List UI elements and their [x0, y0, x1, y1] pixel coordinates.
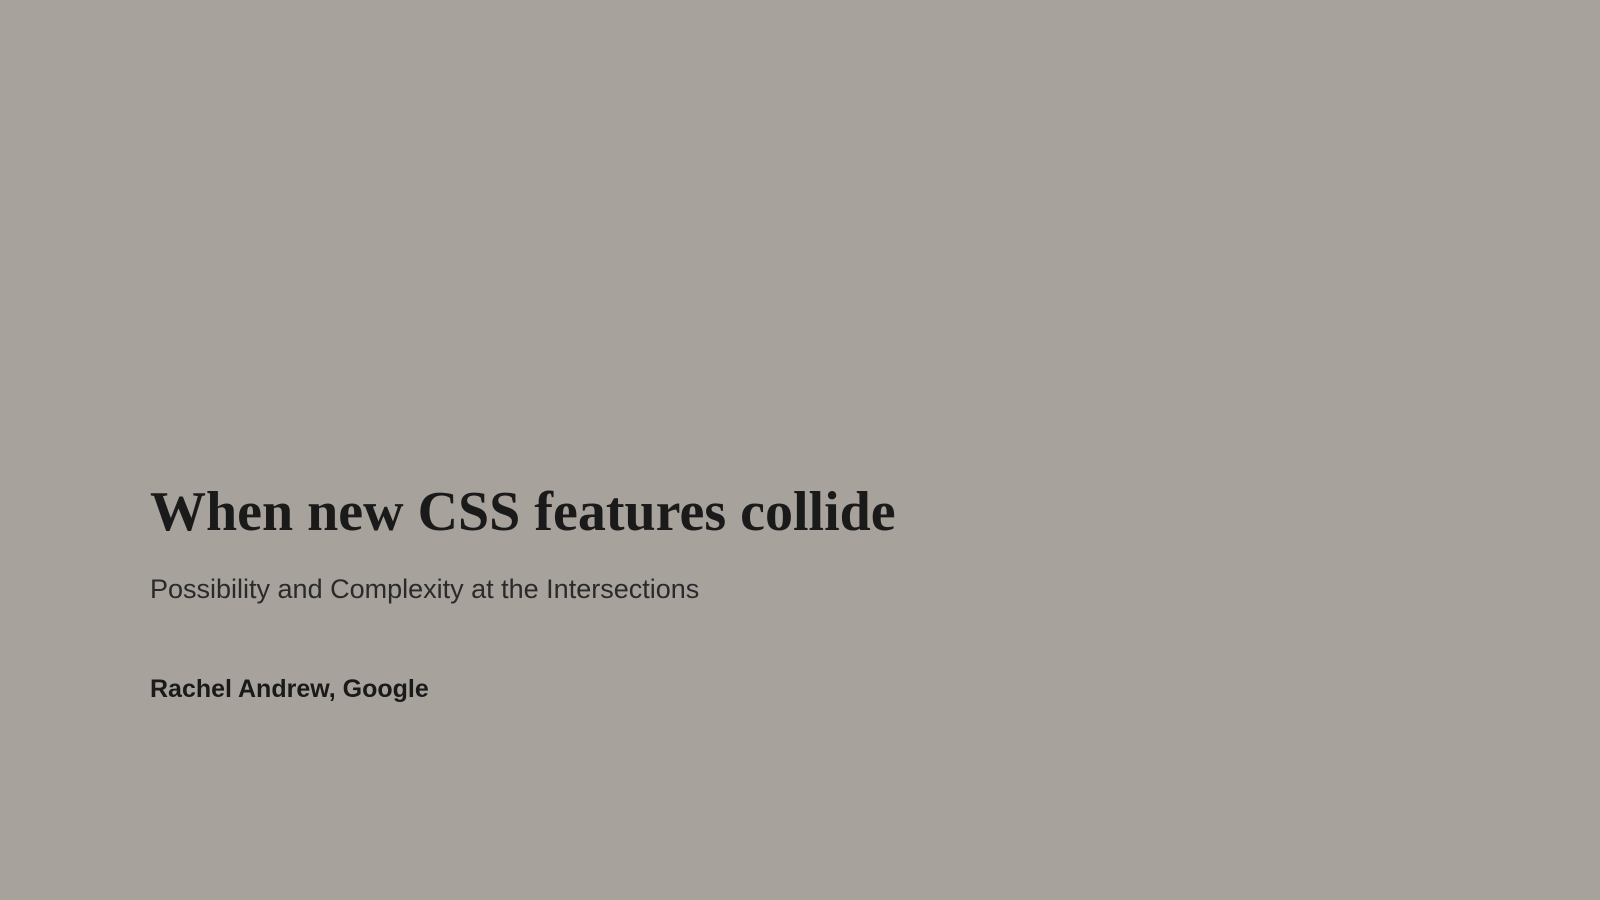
slide-subtitle: Possibility and Complexity at the Inters…	[150, 574, 896, 605]
slide-author: Rachel Andrew, Google	[150, 675, 896, 704]
slide-title: When new CSS features collide	[150, 480, 896, 544]
slide-content: When new CSS features collide Possibilit…	[150, 480, 896, 704]
